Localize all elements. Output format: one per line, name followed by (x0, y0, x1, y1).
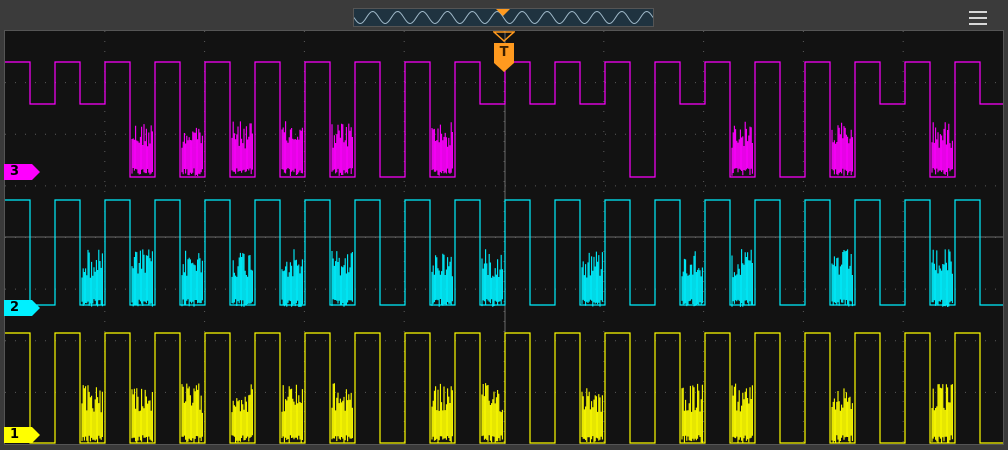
noise-burst (231, 252, 253, 307)
channel-2-waveform-trace (5, 199, 1003, 306)
noise-burst (831, 249, 853, 307)
waveform-display[interactable] (4, 30, 1004, 445)
channel-3-waveform (5, 61, 1003, 178)
noise-burst (581, 388, 603, 443)
noise-burst (931, 122, 953, 176)
channel-1-label: 1 (10, 427, 20, 442)
channel-1-waveform-trace (5, 332, 1003, 444)
waveform-overview-icon (354, 9, 653, 25)
noise-burst (431, 253, 453, 307)
noise-burst (281, 121, 303, 176)
noise-burst (681, 251, 703, 307)
noise-burst (931, 384, 953, 443)
waveform-graticule (5, 31, 1003, 444)
hamburger-menu-icon[interactable] (966, 8, 990, 28)
channel-2-label: 2 (10, 300, 20, 315)
channel-3-waveform-trace (5, 61, 1003, 178)
noise-burst (231, 121, 253, 175)
noise-burst (931, 249, 953, 307)
channel-3-marker[interactable]: 3 (4, 164, 40, 180)
channel-2-waveform (5, 199, 1003, 307)
oscilloscope-window: T 3 2 1 (0, 0, 1008, 450)
noise-burst (281, 384, 303, 443)
channel-2-marker[interactable]: 2 (4, 300, 40, 316)
noise-burst (731, 383, 753, 443)
noise-burst (81, 249, 103, 307)
noise-burst (131, 124, 153, 175)
noise-burst (131, 388, 153, 443)
noise-burst (731, 249, 753, 307)
top-toolbar (0, 0, 1008, 30)
overview-trigger-icon (496, 9, 510, 16)
noise-burst (231, 384, 253, 443)
noise-burst (831, 388, 853, 443)
noise-burst (181, 250, 203, 307)
trigger-position-icon[interactable]: T (493, 31, 515, 73)
noise-burst (581, 251, 603, 307)
noise-burst (481, 383, 503, 443)
channel-3-label: 3 (10, 164, 20, 179)
channel-1-waveform (5, 332, 1003, 444)
noise-burst (481, 249, 503, 307)
noise-burst (81, 385, 103, 443)
noise-burst (731, 121, 753, 176)
noise-burst (331, 123, 353, 176)
noise-burst (431, 122, 453, 176)
waveform-overview[interactable] (353, 8, 654, 27)
channel-1-marker[interactable]: 1 (4, 427, 40, 443)
noise-burst (331, 251, 353, 307)
noise-burst (181, 127, 203, 176)
trigger-label: T (499, 45, 509, 60)
noise-burst (281, 249, 303, 307)
noise-burst (131, 249, 153, 307)
noise-burst (831, 122, 853, 176)
noise-burst (431, 383, 453, 443)
